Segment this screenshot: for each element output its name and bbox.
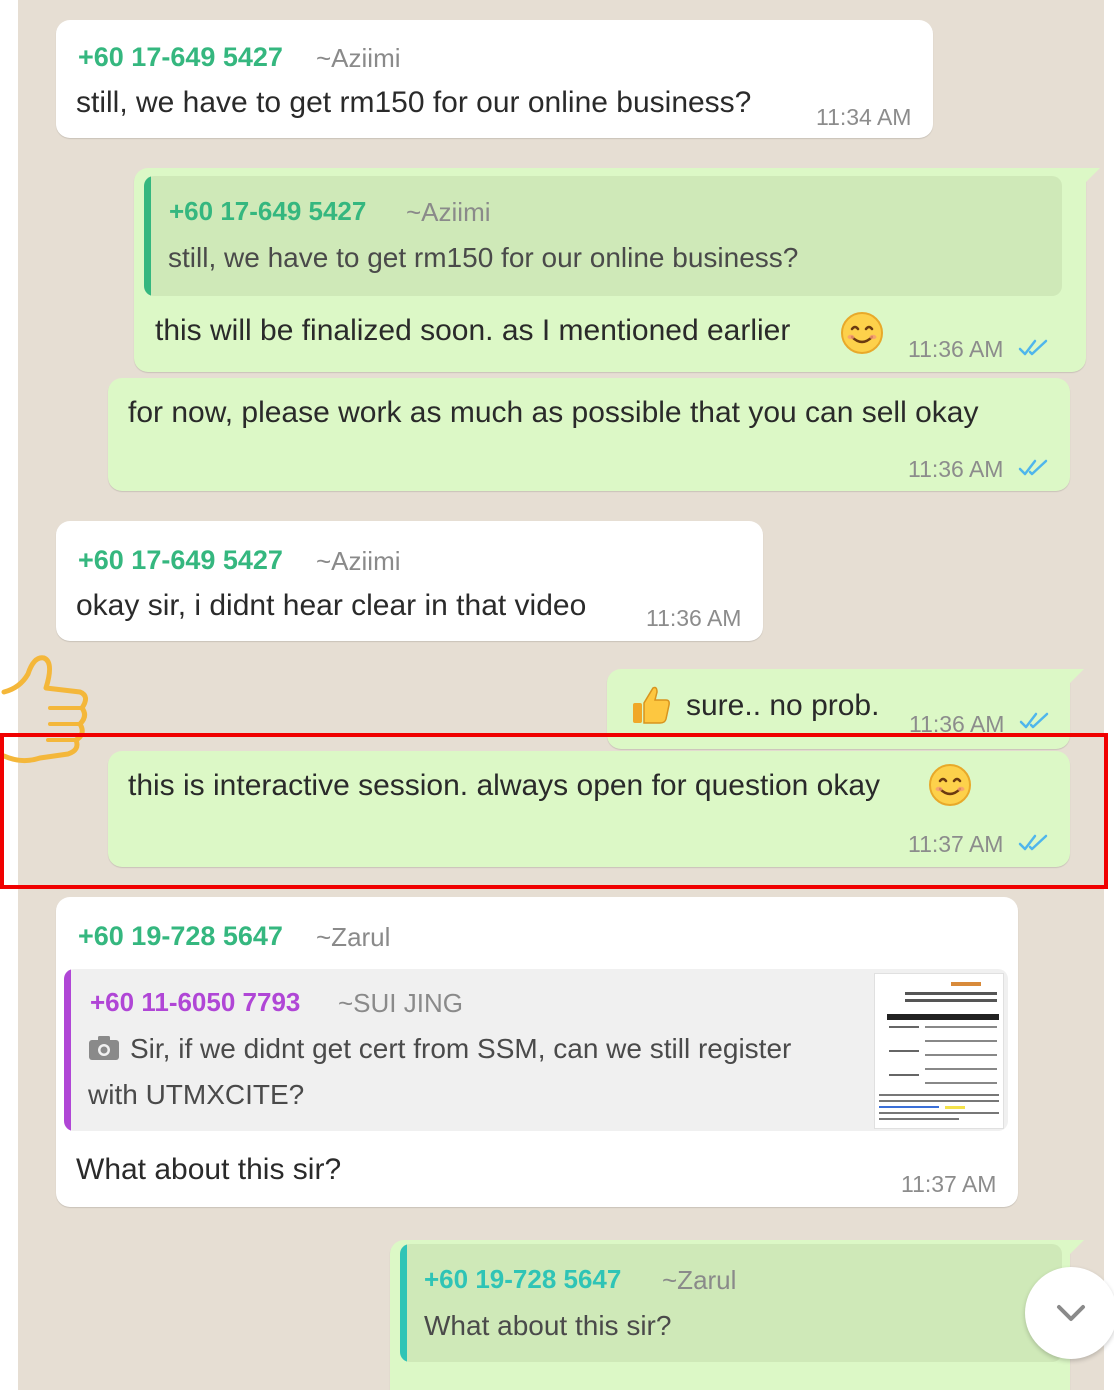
double-check-icon	[1019, 712, 1049, 729]
message-text: What about this sir?	[76, 1153, 342, 1186]
sender-name: ~Aziimi	[316, 43, 401, 73]
chat-background: +60 17-649 5427 ~Aziimi still, we have t…	[18, 0, 1104, 1390]
message-text: sure.. no prob.	[686, 689, 880, 722]
quote-accent-bar	[144, 176, 151, 296]
quoted-text-line2: with UTMXCITE?	[88, 1079, 305, 1110]
quoted-text: Sir, if we didnt get cert from SSM, can …	[130, 1033, 792, 1064]
message-text: still, we have to get rm150 for our onli…	[76, 86, 752, 119]
quoted-text: What about this sir?	[424, 1310, 672, 1341]
message-bubble-outgoing[interactable]: +60 17-649 5427 ~Aziimi still, we have t…	[134, 168, 1100, 372]
sender-number[interactable]: +60 17-649 5427	[78, 42, 283, 73]
quoted-message[interactable]: +60 11-6050 7793 ~SUI JING Sir, if we di…	[64, 969, 1008, 1131]
double-check-icon	[1018, 339, 1048, 356]
message-time: 11:36 AM	[908, 336, 1004, 362]
message-bubble-outgoing[interactable]: +60 19-728 5647 ~Zarul What about this s…	[390, 1240, 1084, 1390]
message-text: okay sir, i didnt hear clear in that vid…	[76, 589, 587, 622]
message-bubble-incoming[interactable]: +60 17-649 5427 ~Aziimi still, we have t…	[56, 20, 933, 138]
message-text: this will be finalized soon. as I mentio…	[155, 314, 791, 347]
message-time: 11:37 AM	[901, 1171, 997, 1197]
quoted-sender-number: +60 17-649 5427	[169, 196, 367, 226]
quoted-sender-name: ~SUI JING	[338, 988, 463, 1018]
quoted-sender-name: ~Zarul	[662, 1265, 737, 1295]
quoted-message[interactable]: +60 17-649 5427 ~Aziimi still, we have t…	[144, 176, 1062, 296]
message-time: 11:34 AM	[816, 104, 912, 130]
sender-number[interactable]: +60 19-728 5647	[78, 921, 283, 952]
chevron-down-icon	[1057, 1305, 1085, 1321]
message-time: 11:36 AM	[908, 456, 1004, 482]
message-bubble-incoming[interactable]: +60 19-728 5647 ~Zarul +60 11-6050 7793 …	[56, 897, 1018, 1207]
message-bubble-incoming[interactable]: +60 17-649 5427 ~Aziimi okay sir, i didn…	[56, 521, 763, 641]
message-text: this is interactive session. always open…	[128, 769, 881, 802]
sender-number[interactable]: +60 17-649 5427	[78, 545, 283, 576]
thumbs-up-emoji	[633, 686, 670, 724]
double-check-icon	[1018, 459, 1048, 476]
message-text: for now, please work as much as possible…	[128, 396, 979, 429]
message-time: 11:37 AM	[908, 831, 1004, 857]
quote-accent-bar	[400, 1244, 407, 1362]
smiling-face-emoji	[841, 312, 883, 354]
quoted-sender-number: +60 11-6050 7793	[90, 987, 301, 1017]
quote-accent-bar	[64, 969, 71, 1131]
smiling-face-emoji	[929, 764, 971, 806]
camera-icon	[89, 1036, 119, 1060]
annotation-thumb-icon	[1, 655, 88, 764]
quoted-text: still, we have to get rm150 for our onli…	[168, 242, 799, 273]
document-thumbnail-graphic	[879, 982, 999, 1120]
message-bubble-outgoing[interactable]: sure.. no prob. 11:36 AM	[607, 669, 1084, 749]
double-check-icon	[1018, 834, 1048, 851]
sender-name: ~Aziimi	[316, 546, 401, 576]
message-bubble-outgoing[interactable]: for now, please work as much as possible…	[108, 378, 1070, 491]
quoted-message[interactable]: +60 19-728 5647 ~Zarul What about this s…	[400, 1244, 1062, 1362]
scroll-down-button[interactable]	[1025, 1267, 1114, 1359]
quoted-sender-number: +60 19-728 5647	[424, 1264, 622, 1294]
quoted-media-thumbnail[interactable]	[874, 973, 1004, 1129]
message-bubble-outgoing[interactable]: this is interactive session. always open…	[108, 751, 1070, 867]
sender-name: ~Zarul	[316, 922, 391, 952]
message-time: 11:36 AM	[909, 711, 1005, 737]
message-time: 11:36 AM	[646, 605, 742, 631]
quoted-sender-name: ~Aziimi	[406, 197, 491, 227]
